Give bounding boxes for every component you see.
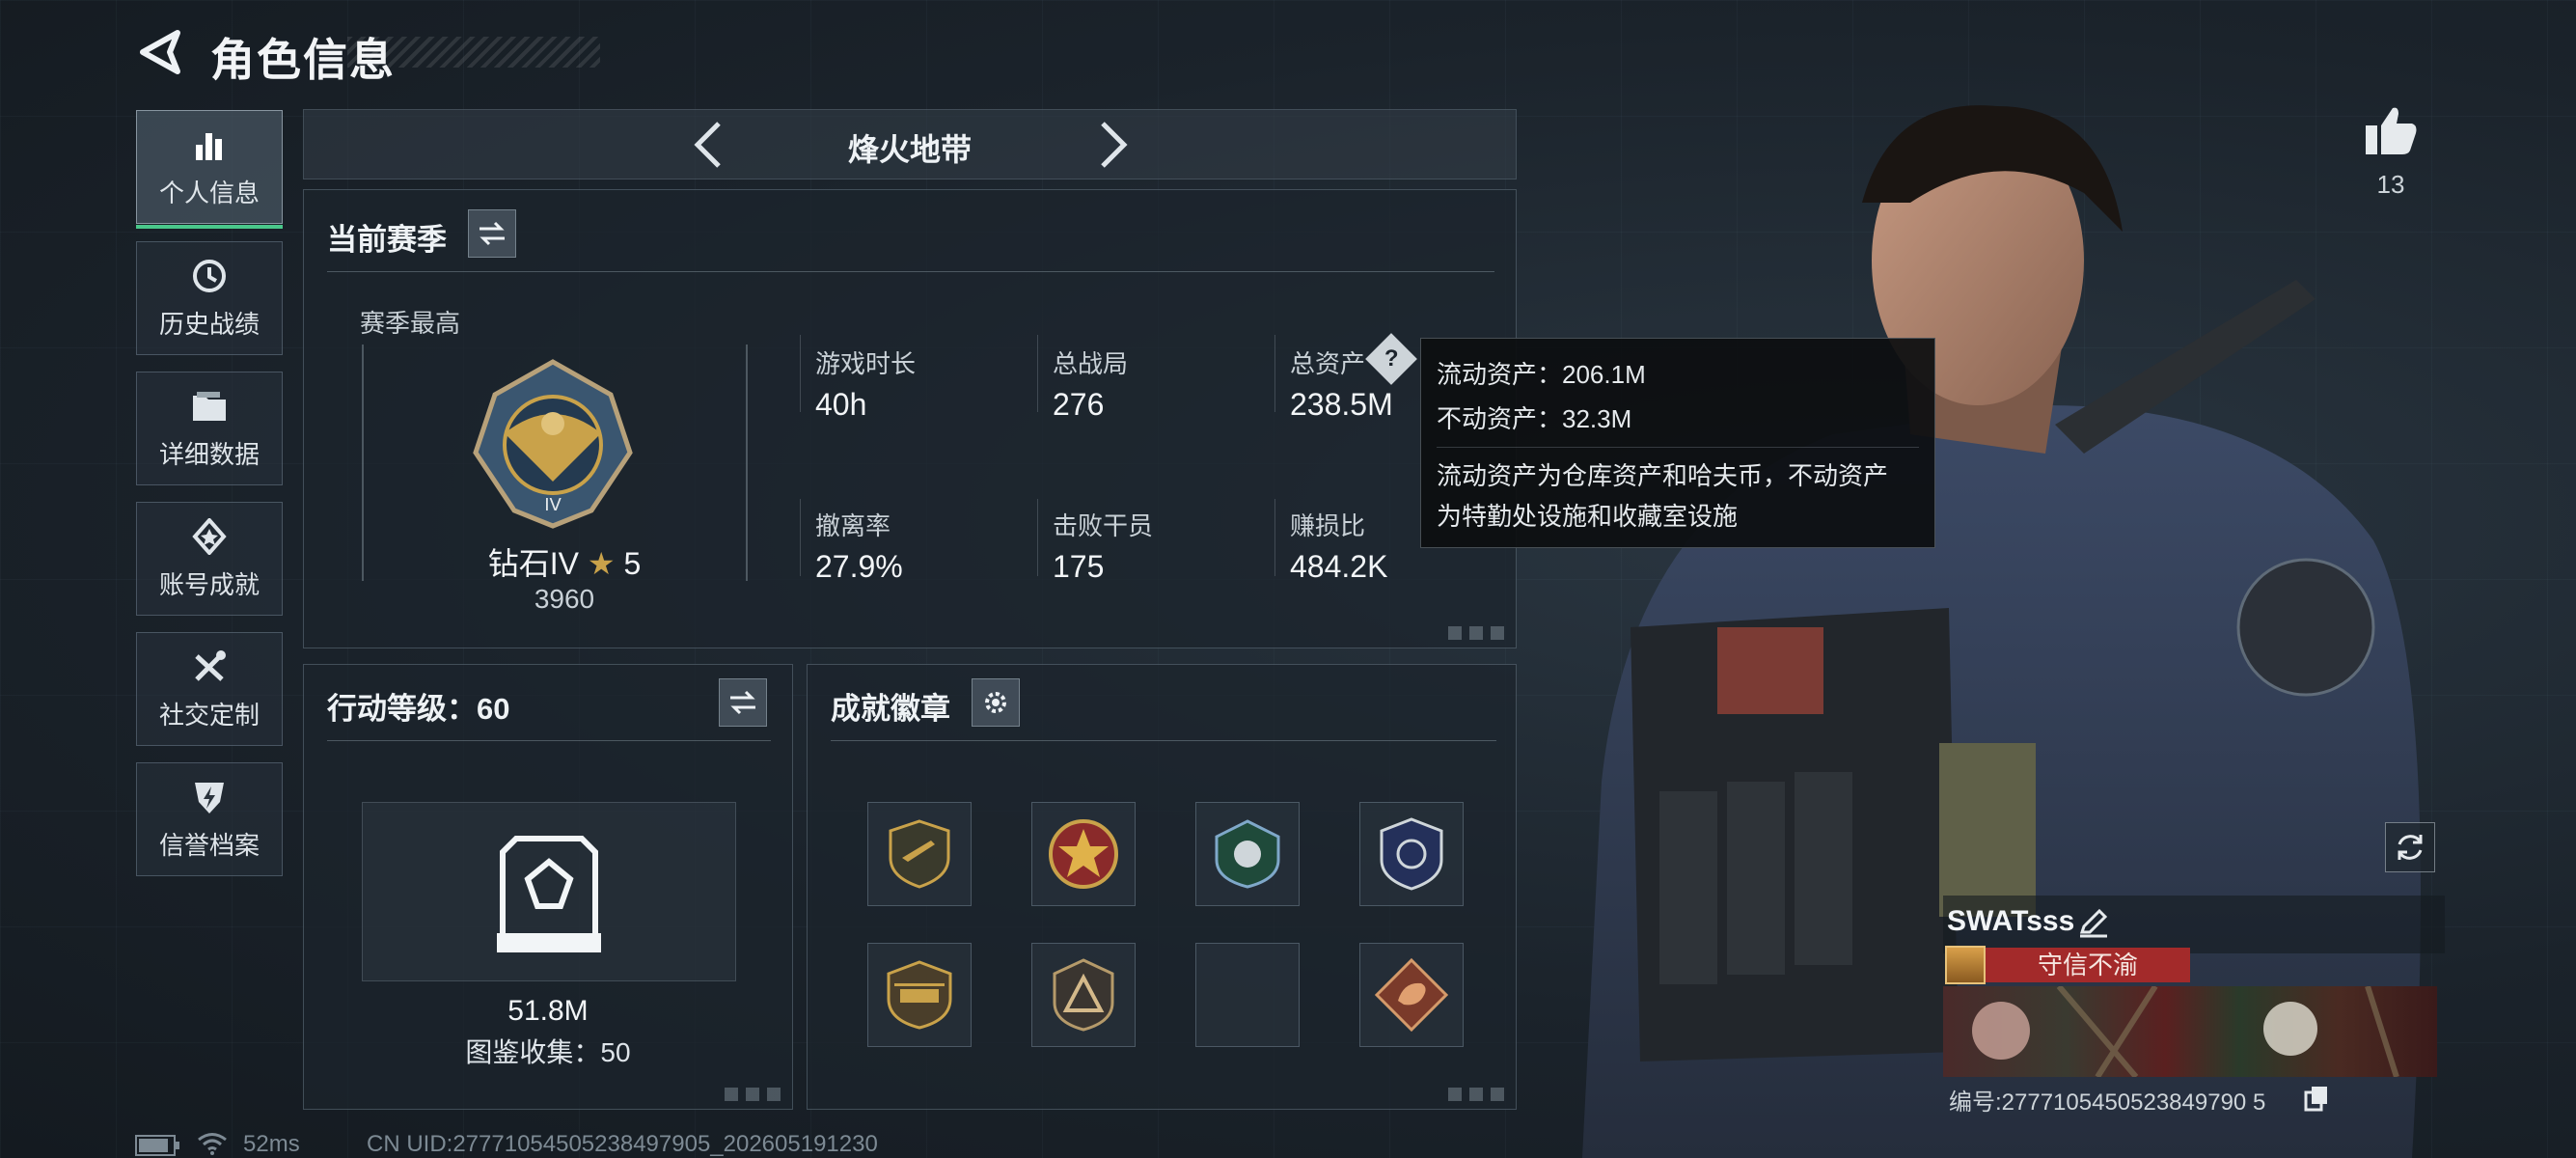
badge-police-icon (1380, 817, 1443, 891)
stat-label-extract-rate: 撤离率 (815, 511, 891, 540)
season-title: 当前赛季 (327, 223, 447, 257)
player-title-badge: 守信不渝 (1986, 948, 2190, 982)
season-best-label: 赛季最高 (360, 309, 461, 338)
sidebar-item-achievements[interactable]: 账号成就 (136, 502, 283, 616)
rank-name-row: 钻石IV ★ 5 (468, 539, 661, 584)
rank-name: 钻石IV (487, 546, 579, 581)
badge-slot[interactable] (1031, 802, 1136, 906)
badge-star-icon (1049, 819, 1118, 889)
sidebar-item-label: 账号成就 (158, 569, 260, 599)
wifi-icon (198, 1133, 227, 1155)
badge-slot[interactable] (867, 943, 972, 1047)
panel-corner-decoration (1448, 626, 1506, 640)
ping-value: 52ms (243, 1131, 300, 1157)
badge-helicopter-icon (887, 960, 952, 1030)
sidebar-item-label: 详细数据 (158, 439, 260, 469)
edit-pencil-icon[interactable] (2078, 907, 2109, 938)
stat-label-profit-ratio: 赚损比 (1290, 511, 1366, 540)
player-name-row: SWATsss (1943, 896, 2445, 953)
panel-corner-decoration (725, 1088, 782, 1101)
sidebar-item-label: 个人信息 (158, 178, 260, 207)
player-name: SWATsss (1947, 905, 2075, 937)
badge-slot-empty[interactable] (1195, 943, 1300, 1047)
badges-panel: 成就徽章 (807, 664, 1517, 1110)
tooltip-fixed-assets: 不动资产：32.3M (1437, 404, 1632, 433)
badge-slot[interactable] (1359, 802, 1464, 906)
stat-value-total-assets: 238.5M (1290, 387, 1393, 422)
tooltip-description-2: 为特勤处设施和收藏室设施 (1437, 502, 1739, 531)
badge-slot[interactable] (1195, 802, 1300, 906)
mode-title: 烽火地带 (847, 132, 972, 167)
swap-icon (730, 690, 755, 715)
swap-icon (480, 221, 505, 246)
sidebar-item-credit[interactable]: 信誉档案 (136, 762, 283, 876)
collection-value: 51.8M (507, 995, 589, 1027)
mode-selector: 烽火地带 (303, 109, 1517, 179)
achievement-icon (190, 517, 229, 556)
sidebar-item-label: 社交定制 (158, 700, 260, 730)
svg-text:IV: IV (544, 495, 562, 515)
copy-icon[interactable] (2304, 1085, 2329, 1112)
badge-slot[interactable] (1031, 943, 1136, 1047)
badges-title: 成就徽章 (831, 692, 950, 726)
season-panel: 当前赛季 赛季最高 IV 钻石IV ★ 5 3960 游戏时长 40h 总战局 … (303, 189, 1517, 648)
title-decoration (347, 37, 600, 68)
badge-wings-icon (1215, 819, 1280, 889)
sidebar-item-detail-data[interactable]: 详细数据 (136, 372, 283, 485)
action-level-panel: 行动等级：60 51.8M 图鉴收集：50 (303, 664, 793, 1110)
badge-triangle-icon (1053, 958, 1114, 1032)
rank-stars: 5 (623, 546, 642, 581)
sidebar-item-personal-info[interactable]: 个人信息 (136, 110, 283, 229)
banner-artwork (1972, 984, 2399, 1079)
title-emblem-icon (1945, 946, 1986, 984)
stat-label-total-matches: 总战局 (1053, 349, 1129, 378)
stat-label-total-assets: 总资产 (1290, 349, 1366, 378)
folder-icon (190, 387, 229, 426)
star-icon: ★ (587, 546, 616, 581)
badge-rifle-icon (889, 819, 950, 889)
sidebar-item-label: 历史战绩 (158, 309, 260, 339)
player-id: 编号:2777105450523849790 5 (1949, 1089, 2266, 1116)
assets-tooltip: 流动资产：206.1M 不动资产：32.3M 流动资产为仓库资产和哈夫币，不动资… (1420, 338, 1935, 548)
panel-corner-decoration (1448, 1088, 1506, 1101)
bar-chart-icon (190, 125, 229, 164)
back-arrow-icon[interactable] (135, 27, 183, 77)
badge-slot[interactable] (867, 802, 972, 906)
collection-count: 图鉴收集：50 (465, 1037, 631, 1067)
badge-slot[interactable] (1359, 943, 1464, 1047)
shield-bolt-icon (190, 778, 229, 816)
sidebar-item-history[interactable]: 历史战绩 (136, 241, 283, 355)
help-icon[interactable]: ? (1365, 333, 1417, 385)
player-banner-card[interactable] (1943, 984, 2437, 1079)
stat-value-extract-rate: 27.9% (815, 549, 903, 584)
battery-icon (135, 1135, 179, 1156)
rank-score: 3960 (534, 584, 595, 614)
stat-value-play-time: 40h (815, 387, 867, 422)
action-level-title: 行动等级：60 (327, 692, 510, 726)
collection-case-icon (497, 836, 601, 952)
uid-text: CN UID:27771054505238497905_202605191230 (367, 1131, 878, 1157)
like-count: 13 (2376, 170, 2405, 199)
stat-value-kills: 175 (1053, 549, 1105, 584)
tooltip-description-1: 流动资产为仓库资产和哈夫币，不动资产 (1437, 461, 1889, 490)
chevron-right-icon[interactable] (1093, 120, 1132, 170)
history-icon (190, 257, 229, 295)
stat-value-total-matches: 276 (1053, 387, 1105, 422)
refresh-icon (2398, 835, 2423, 860)
stat-label-play-time: 游戏时长 (815, 349, 917, 378)
tools-icon (190, 648, 229, 686)
sidebar-item-social[interactable]: 社交定制 (136, 632, 283, 746)
season-switch-button[interactable] (468, 209, 516, 258)
badge-dragon-icon (1375, 958, 1448, 1032)
thumbs-up-icon[interactable] (2364, 104, 2418, 156)
action-level-switch-button[interactable] (719, 678, 767, 727)
rank-emblem-icon: IV (473, 359, 633, 529)
rotate-model-button[interactable] (2385, 822, 2435, 872)
sidebar-item-label: 信誉档案 (158, 830, 260, 860)
stat-label-kills: 击败干员 (1053, 511, 1154, 540)
gear-icon (985, 692, 1006, 713)
tooltip-liquid-assets: 流动资产：206.1M (1437, 360, 1646, 389)
badge-settings-button[interactable] (972, 678, 1020, 727)
stat-value-profit-ratio: 484.2K (1290, 549, 1388, 584)
